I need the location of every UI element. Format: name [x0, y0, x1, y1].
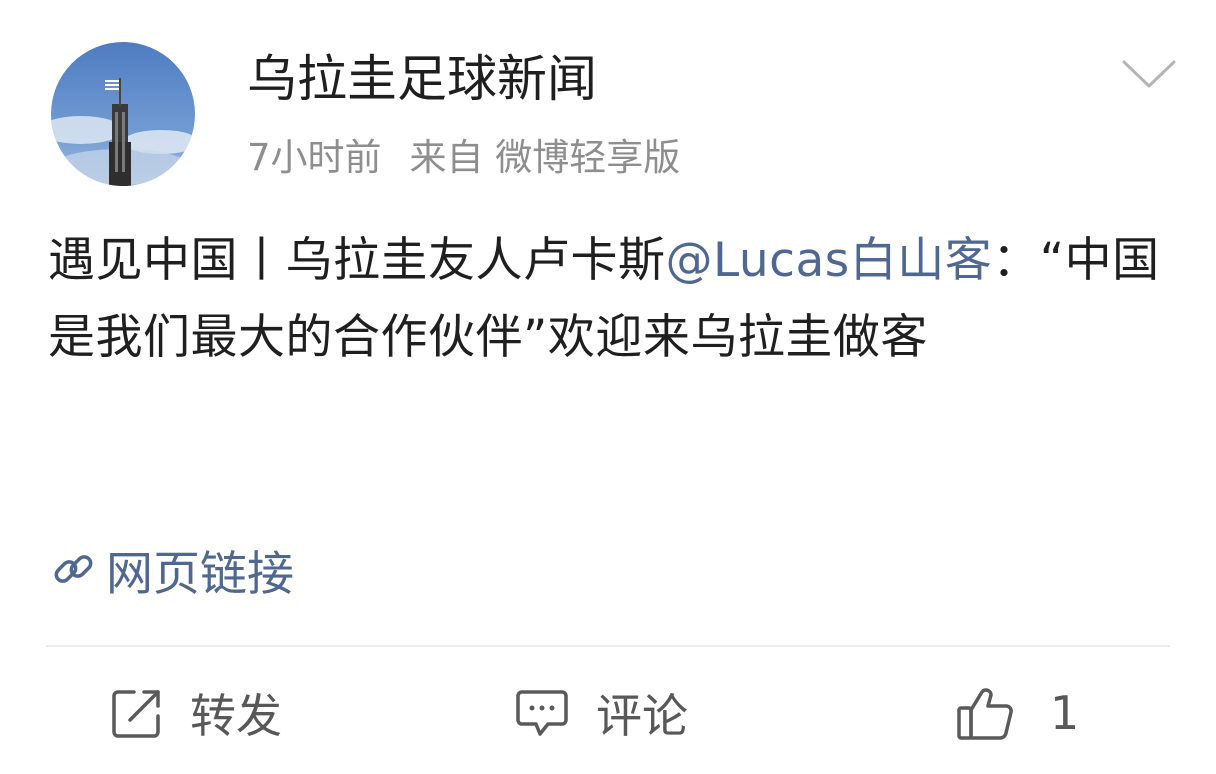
user-mention-link[interactable]: @Lucas白山客	[666, 233, 993, 288]
web-link[interactable]: 网页链接	[48, 536, 294, 602]
comment-label: 评论	[596, 689, 688, 743]
avatar[interactable]	[51, 42, 195, 186]
web-link-label: 网页链接	[106, 546, 294, 602]
like-count: 1	[1050, 686, 1080, 740]
more-options-button[interactable]	[1120, 52, 1178, 92]
post-source: 来自 微博轻享版	[409, 136, 681, 179]
weibo-post-card: 乌拉圭足球新闻 7小时前 来自 微博轻享版 遇见中国丨乌拉圭友人卢卡斯@Lucas…	[0, 0, 1216, 774]
comment-button[interactable]: 评论	[514, 680, 688, 746]
chevron-down-icon	[1122, 60, 1176, 88]
link-icon	[54, 555, 93, 583]
avatar-image	[51, 42, 195, 186]
like-button[interactable]: 1	[956, 680, 1079, 746]
thumbs-up-icon	[957, 688, 1013, 740]
divider	[46, 645, 1170, 647]
repost-label: 转发	[190, 689, 282, 743]
post-meta: 7小时前 来自 微博轻享版	[247, 132, 680, 184]
post-time: 7小时前	[247, 136, 382, 179]
repost-button[interactable]: 转发	[110, 680, 282, 746]
post-text-part1: 遇见中国丨乌拉圭友人卢卡斯	[48, 233, 666, 288]
author-name[interactable]: 乌拉圭足球新闻	[247, 44, 597, 114]
repost-icon	[112, 690, 160, 738]
comment-icon	[516, 690, 568, 736]
post-content: 遇见中国丨乌拉圭友人卢卡斯@Lucas白山客：“中国是我们最大的合作伙伴”欢迎来…	[48, 222, 1168, 376]
